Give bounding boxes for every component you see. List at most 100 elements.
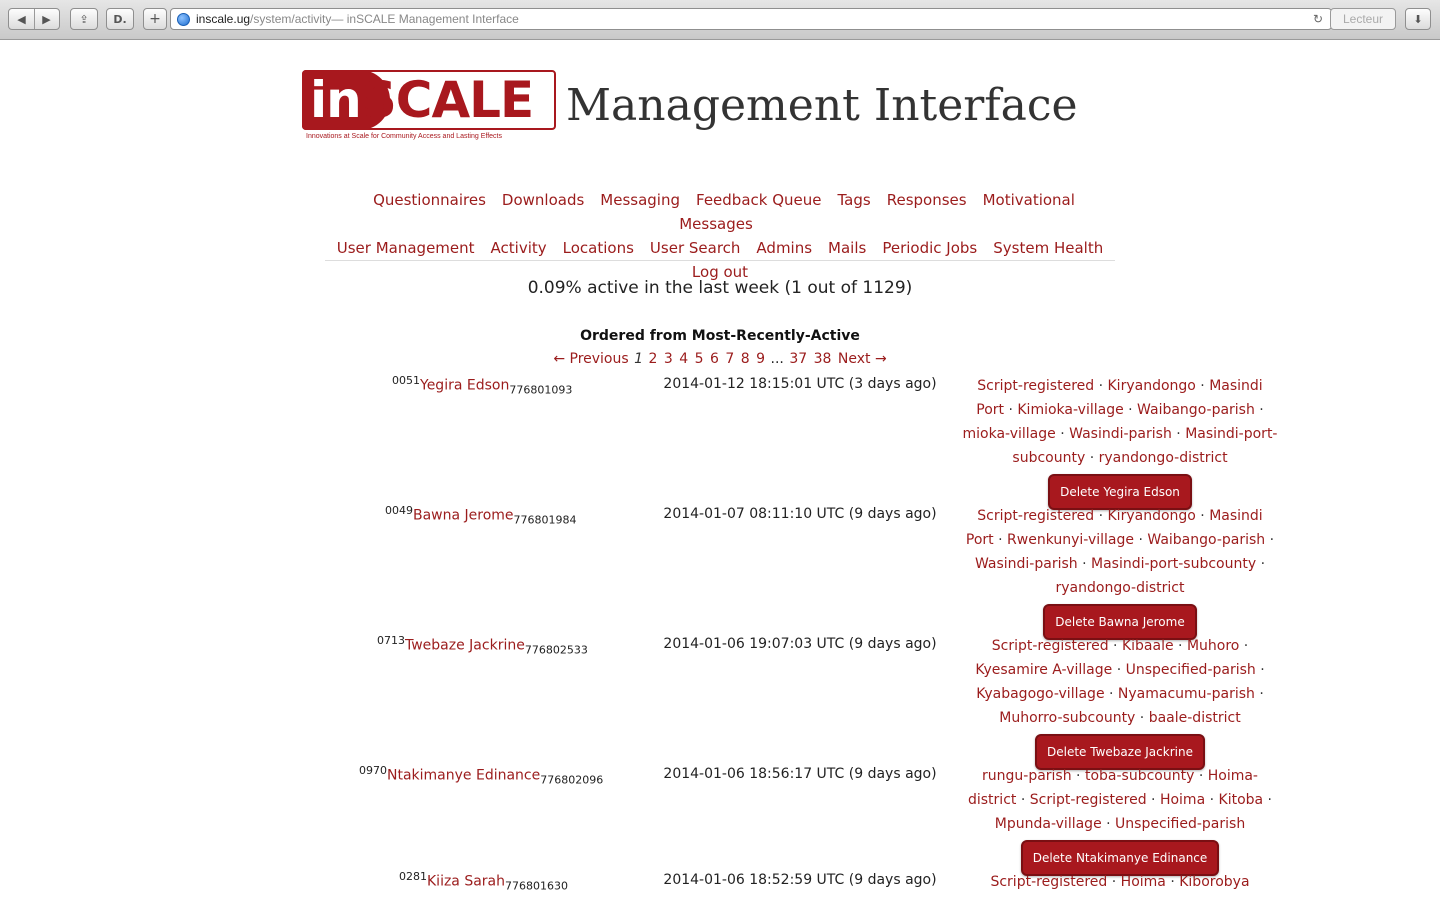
share-button[interactable]: ⇪ bbox=[70, 8, 98, 30]
user-name-link[interactable]: Kiiza Sarah bbox=[427, 874, 505, 890]
user-name-link[interactable]: Yegira Edson bbox=[420, 378, 509, 394]
tag-link[interactable]: Kyabagogo-village bbox=[976, 686, 1104, 702]
pager-previous[interactable]: ← Previous bbox=[553, 351, 628, 367]
tag-link[interactable]: Kibaale bbox=[1122, 638, 1174, 654]
tag-separator: · bbox=[1077, 556, 1091, 572]
nav-link-user-management[interactable]: User Management bbox=[337, 239, 475, 257]
last-active-date: 2014-01-06 18:56:17 UTC (9 days ago) bbox=[663, 766, 937, 782]
tag-separator: · bbox=[1173, 638, 1187, 654]
tag-link[interactable]: Muhorro-subcounty bbox=[999, 710, 1135, 726]
tag-separator: · bbox=[1123, 402, 1138, 418]
pager-page-38[interactable]: 38 bbox=[814, 351, 832, 367]
ordered-label: Ordered from Most-Recently-Active bbox=[580, 328, 860, 344]
nav-link-downloads[interactable]: Downloads bbox=[502, 191, 584, 209]
reload-icon[interactable]: ↻ bbox=[1313, 12, 1323, 26]
inscale-logo: inSCALE Innovations at Scale for Communi… bbox=[302, 70, 556, 144]
logo-tagline: Innovations at Scale for Community Acces… bbox=[306, 133, 502, 140]
active-summary: 0.09% active in the last week (1 out of … bbox=[527, 278, 913, 298]
tag-link[interactable]: Script-registered bbox=[1030, 792, 1147, 808]
logo-scale-text: SCALE bbox=[360, 71, 534, 129]
nav-link-periodic-jobs[interactable]: Periodic Jobs bbox=[882, 239, 977, 257]
tag-link[interactable]: Mpunda-village bbox=[995, 816, 1102, 832]
reader-button[interactable]: Lecteur bbox=[1330, 8, 1396, 30]
tag-link[interactable]: Masindi-port-subcounty bbox=[1091, 556, 1256, 572]
tag-link[interactable]: Kiryandongo bbox=[1108, 508, 1196, 524]
nav-link-user-search[interactable]: User Search bbox=[650, 239, 741, 257]
tag-separator: · bbox=[1094, 378, 1108, 394]
tag-link[interactable]: Wasindi-parish bbox=[1069, 426, 1172, 442]
tag-link[interactable]: Hoima bbox=[1160, 792, 1205, 808]
pager-page-7[interactable]: 7 bbox=[725, 351, 734, 367]
nav-link-system-health[interactable]: System Health bbox=[993, 239, 1103, 257]
user-name-link[interactable]: Twebaze Jackrine bbox=[405, 638, 525, 654]
user-name-link[interactable]: Ntakimanye Edinance bbox=[387, 768, 540, 784]
tag-link[interactable]: Wasindi-parish bbox=[975, 556, 1078, 572]
tag-link[interactable]: rungu-parish bbox=[982, 768, 1072, 784]
nav-link-admins[interactable]: Admins bbox=[756, 239, 812, 257]
last-active-date: 2014-01-06 18:52:59 UTC (9 days ago) bbox=[663, 872, 937, 888]
pager-page-9[interactable]: 9 bbox=[756, 351, 765, 367]
address-bar[interactable]: inscale.ug /system/activity — inSCALE Ma… bbox=[170, 8, 1332, 30]
user-tags: Script-registered · Hoima · Kiborobya bbox=[962, 870, 1278, 894]
tag-link[interactable]: Kimioka-village bbox=[1017, 402, 1123, 418]
pager-page-37[interactable]: 37 bbox=[789, 351, 807, 367]
browser-toolbar: ◀ ▶ ⇪ D. + inscale.ug /system/activity —… bbox=[0, 0, 1440, 40]
tag-separator: · bbox=[1254, 402, 1264, 418]
pager-page-8[interactable]: 8 bbox=[741, 351, 750, 367]
pager-page-5[interactable]: 5 bbox=[695, 351, 704, 367]
pagination: ← Previous 1 2 3 4 5 6 7 8 9 ... 37 38 N… bbox=[325, 351, 1115, 367]
tag-link[interactable]: Waibango-parish bbox=[1137, 402, 1255, 418]
tag-link[interactable]: Muhoro bbox=[1187, 638, 1239, 654]
tag-link[interactable]: Script-registered bbox=[977, 508, 1094, 524]
tag-link[interactable]: Kiborobya bbox=[1179, 874, 1249, 890]
tag-link[interactable]: Hoima bbox=[1121, 874, 1166, 890]
nav-link-locations[interactable]: Locations bbox=[563, 239, 634, 257]
tag-link[interactable]: ryandongo-district bbox=[1099, 450, 1228, 466]
downloads-button[interactable]: ⬇ bbox=[1405, 8, 1431, 30]
nav-link-responses[interactable]: Responses bbox=[887, 191, 967, 209]
tag-link[interactable]: Unspecified-parish bbox=[1115, 816, 1245, 832]
tag-separator: · bbox=[1195, 508, 1210, 524]
tag-separator: · bbox=[1055, 426, 1070, 442]
tag-separator: · bbox=[1265, 532, 1275, 548]
pager-page-6[interactable]: 6 bbox=[710, 351, 719, 367]
back-forward-buttons[interactable]: ◀ ▶ bbox=[8, 8, 60, 30]
pager-page-3[interactable]: 3 bbox=[664, 351, 673, 367]
forward-arrow-icon[interactable]: ▶ bbox=[35, 13, 59, 26]
url-path: /system/activity bbox=[250, 12, 332, 26]
tag-link[interactable]: Kiryandongo bbox=[1108, 378, 1196, 394]
page-title: Management Interface bbox=[566, 80, 1078, 131]
tag-link[interactable]: baale-district bbox=[1149, 710, 1241, 726]
new-tab-button[interactable]: + bbox=[143, 8, 167, 30]
tag-link[interactable]: toba-subcounty bbox=[1085, 768, 1194, 784]
nav-link-feedback-queue[interactable]: Feedback Queue bbox=[696, 191, 821, 209]
tag-link[interactable]: Rwenkunyi-village bbox=[1007, 532, 1134, 548]
pager-page-4[interactable]: 4 bbox=[679, 351, 688, 367]
nav-divider bbox=[325, 260, 1115, 261]
tag-link[interactable]: Kyesamire A-village bbox=[975, 662, 1112, 678]
back-arrow-icon[interactable]: ◀ bbox=[10, 13, 34, 26]
tag-link[interactable]: Script-registered bbox=[990, 874, 1107, 890]
url-host: inscale.ug bbox=[196, 12, 251, 26]
tag-link[interactable]: Script-registered bbox=[992, 638, 1109, 654]
tag-link[interactable]: Unspecified-parish bbox=[1126, 662, 1256, 678]
tag-link[interactable]: Nyamacumu-parish bbox=[1118, 686, 1255, 702]
pager-next[interactable]: Next → bbox=[838, 351, 887, 367]
nav-link-mails[interactable]: Mails bbox=[828, 239, 866, 257]
nav-link-messaging[interactable]: Messaging bbox=[600, 191, 680, 209]
tag-link[interactable]: Kitoba bbox=[1219, 792, 1264, 808]
nav-link-tags[interactable]: Tags bbox=[838, 191, 871, 209]
user-name-link[interactable]: Bawna Jerome bbox=[413, 508, 514, 524]
bookmarklet-button[interactable]: D. bbox=[106, 8, 134, 30]
tag-link[interactable]: Script-registered bbox=[977, 378, 1094, 394]
nav-link-activity[interactable]: Activity bbox=[491, 239, 547, 257]
tag-link[interactable]: mioka-village bbox=[963, 426, 1056, 442]
tag-link[interactable]: ryandongo-district bbox=[1056, 580, 1185, 596]
user-cell: 0970Ntakimanye Edinance776802096 bbox=[359, 764, 603, 786]
user-tags: Script-registered · Kiryandongo · Masind… bbox=[962, 504, 1278, 640]
tag-separator: · bbox=[1016, 792, 1030, 808]
nav-link-questionnaires[interactable]: Questionnaires bbox=[373, 191, 486, 209]
tag-link[interactable]: Waibango-parish bbox=[1147, 532, 1265, 548]
pager-page-2[interactable]: 2 bbox=[649, 351, 658, 367]
tag-separator: · bbox=[1112, 662, 1126, 678]
